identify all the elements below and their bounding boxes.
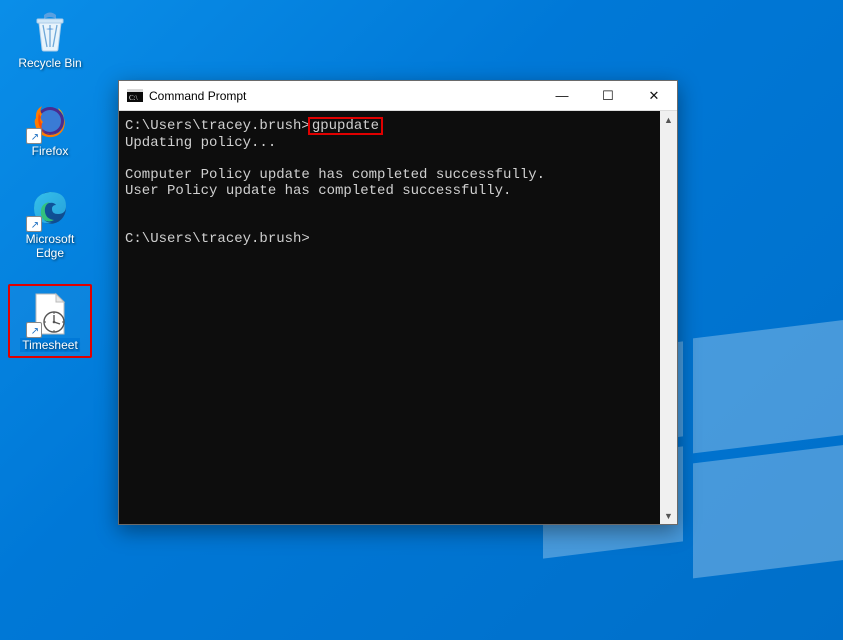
desktop-icon-label: Recycle Bin	[18, 56, 81, 70]
desktop-area: Recycle Bin Firefox	[8, 6, 92, 380]
desktop-icon-firefox[interactable]: Firefox	[8, 94, 92, 160]
command-prompt-window: C:\ Command Prompt — ☐ ✕ C:\Users\tracey…	[118, 80, 678, 525]
scroll-up-button[interactable]: ▲	[660, 111, 677, 128]
prompt-path: C:\Users\tracey.brush>	[125, 231, 675, 247]
window-controls: — ☐ ✕	[539, 81, 677, 110]
minimize-icon: —	[556, 88, 569, 103]
desktop-icon-label: Timesheet	[20, 338, 80, 352]
desktop-icon-label: Firefox	[32, 144, 69, 158]
typed-command-highlighted: gpupdate	[308, 117, 383, 135]
edge-icon	[28, 186, 72, 230]
output-line: User Policy update has completed success…	[125, 183, 675, 199]
desktop-icon-timesheet[interactable]: Timesheet	[8, 284, 92, 358]
firefox-icon	[28, 98, 72, 142]
maximize-button[interactable]: ☐	[585, 81, 631, 110]
command-prompt-icon: C:\	[127, 89, 143, 102]
desktop-icon-edge[interactable]: Microsoft Edge	[8, 182, 92, 262]
desktop-icon-recycle-bin[interactable]: Recycle Bin	[8, 6, 92, 72]
window-title: Command Prompt	[149, 89, 539, 103]
prompt-path: C:\Users\tracey.brush>	[125, 118, 310, 134]
terminal-body[interactable]: C:\Users\tracey.brush>gpupdateUpdating p…	[119, 111, 677, 524]
output-line: Updating policy...	[125, 135, 675, 151]
close-button[interactable]: ✕	[631, 81, 677, 110]
chevron-up-icon: ▲	[664, 115, 673, 125]
scroll-down-button[interactable]: ▼	[660, 507, 677, 524]
output-line: Computer Policy update has completed suc…	[125, 167, 675, 183]
desktop-icon-label: Microsoft Edge	[11, 232, 89, 260]
terminal-output: C:\Users\tracey.brush>gpupdateUpdating p…	[125, 117, 675, 247]
minimize-button[interactable]: —	[539, 81, 585, 110]
close-icon: ✕	[649, 88, 660, 104]
recycle-bin-icon	[28, 10, 72, 54]
vertical-scrollbar[interactable]: ▲ ▼	[660, 111, 677, 524]
titlebar[interactable]: C:\ Command Prompt — ☐ ✕	[119, 81, 677, 111]
scroll-track[interactable]	[660, 128, 677, 507]
maximize-icon: ☐	[602, 88, 614, 104]
svg-text:C:\: C:\	[129, 94, 138, 102]
chevron-down-icon: ▼	[664, 511, 673, 521]
timesheet-icon	[28, 292, 72, 336]
